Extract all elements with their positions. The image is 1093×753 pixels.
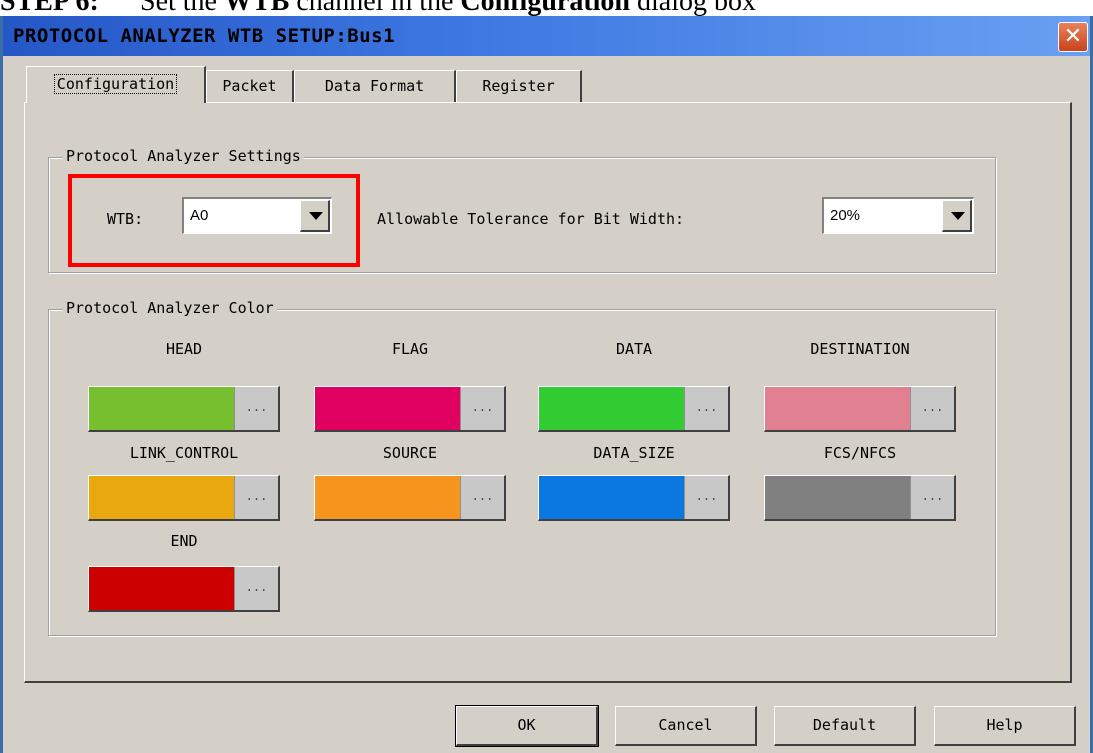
color-label-data: DATA bbox=[615, 340, 653, 358]
color-picker-button-link-control[interactable]: ... bbox=[234, 476, 278, 519]
color-picker-button-end[interactable]: ... bbox=[234, 567, 278, 610]
tolerance-label: Allowable Tolerance for Bit Width: bbox=[377, 210, 685, 228]
color-swatch-fcs-nfcs[interactable]: ... bbox=[764, 475, 956, 521]
caption-text-pre: Set the bbox=[140, 0, 224, 16]
color-fill-source bbox=[315, 476, 461, 519]
color-fill-fcs-nfcs bbox=[765, 476, 911, 519]
color-swatch-head[interactable]: ... bbox=[88, 386, 280, 432]
tab-configuration[interactable]: Configuration bbox=[26, 66, 206, 103]
color-fill-data-size bbox=[539, 476, 685, 519]
settings-group-label: Protocol Analyzer Settings bbox=[63, 147, 304, 165]
color-label-source: SOURCE bbox=[382, 444, 438, 462]
tab-data-format[interactable]: Data Format bbox=[294, 70, 456, 102]
color-swatch-end[interactable]: ... bbox=[88, 566, 280, 612]
color-swatch-link-control[interactable]: ... bbox=[88, 475, 280, 521]
color-label-fcs-nfcs: FCS/NFCS bbox=[823, 444, 897, 462]
color-picker-button-source[interactable]: ... bbox=[460, 476, 504, 519]
color-swatch-source[interactable]: ... bbox=[314, 475, 506, 521]
color-fill-destination bbox=[765, 387, 911, 430]
color-picker-button-data[interactable]: ... bbox=[684, 387, 728, 430]
color-fill-end bbox=[89, 567, 235, 610]
tab-data-format-label: Data Format bbox=[324, 77, 425, 95]
default-button[interactable]: Default bbox=[774, 706, 916, 746]
color-picker-button-fcs-nfcs[interactable]: ... bbox=[910, 476, 954, 519]
color-picker-button-head[interactable]: ... bbox=[234, 387, 278, 430]
window-title: PROTOCOL ANALYZER WTB SETUP:Bus1 bbox=[13, 25, 396, 47]
tolerance-select[interactable]: 20% bbox=[822, 197, 974, 234]
caption-text-mid: channel in the bbox=[289, 0, 461, 16]
color-picker-button-data-size[interactable]: ... bbox=[684, 476, 728, 519]
color-fill-link-control bbox=[89, 476, 235, 519]
color-swatch-destination[interactable]: ... bbox=[764, 386, 956, 432]
color-group-label: Protocol Analyzer Color bbox=[63, 299, 277, 317]
help-button[interactable]: Help bbox=[934, 706, 1076, 746]
caption-text-wtb: WTB bbox=[224, 0, 290, 16]
color-label-end: END bbox=[170, 532, 198, 550]
tab-packet[interactable]: Packet bbox=[206, 70, 294, 102]
step-caption: STEP 6: Set the WTB channel in the Config… bbox=[0, 0, 1093, 16]
color-picker-button-destination[interactable]: ... bbox=[910, 387, 954, 430]
caption-text-post: dialog box bbox=[630, 0, 756, 16]
highlight-box bbox=[68, 174, 360, 267]
color-label-data-size: DATA_SIZE bbox=[593, 444, 675, 462]
tab-register[interactable]: Register bbox=[456, 70, 582, 102]
color-picker-button-flag[interactable]: ... bbox=[460, 387, 504, 430]
step-number: STEP 6: bbox=[0, 0, 99, 16]
color-swatch-data-size[interactable]: ... bbox=[538, 475, 730, 521]
color-swatch-flag[interactable]: ... bbox=[314, 386, 506, 432]
close-icon[interactable]: ✕ bbox=[1058, 22, 1088, 52]
color-label-flag: FLAG bbox=[391, 340, 429, 358]
color-fill-data bbox=[539, 387, 685, 430]
chevron-down-icon[interactable] bbox=[942, 200, 972, 232]
color-swatch-data[interactable]: ... bbox=[538, 386, 730, 432]
color-label-head: HEAD bbox=[165, 340, 203, 358]
color-label-destination: DESTINATION bbox=[810, 340, 910, 358]
title-bar[interactable]: PROTOCOL ANALYZER WTB SETUP:Bus1 ✕ bbox=[3, 16, 1090, 56]
color-fill-flag bbox=[315, 387, 461, 430]
color-fill-head bbox=[89, 387, 235, 430]
color-label-link-control: LINK_CONTROL bbox=[129, 444, 239, 462]
tab-packet-label: Packet bbox=[222, 77, 277, 95]
tab-configuration-label: Configuration bbox=[53, 74, 178, 94]
caption-text-configuration: Configuration bbox=[460, 0, 630, 16]
tab-register-label: Register bbox=[482, 77, 555, 95]
ok-button[interactable]: OK bbox=[455, 705, 599, 747]
tolerance-select-value: 20% bbox=[830, 207, 861, 224]
cancel-button[interactable]: Cancel bbox=[615, 706, 757, 746]
